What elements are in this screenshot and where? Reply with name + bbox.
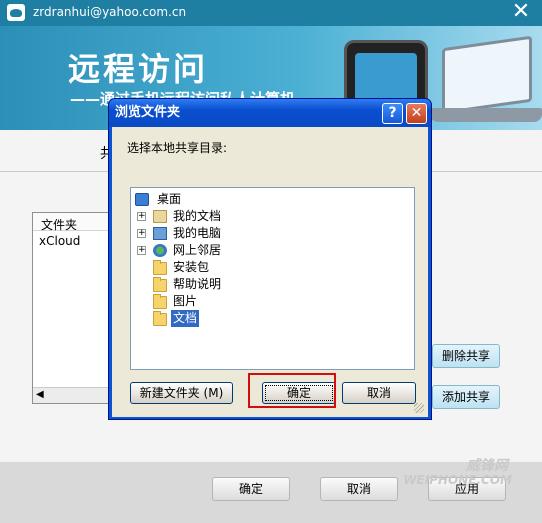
tree-node-label[interactable]: 安装包 — [171, 259, 211, 276]
resize-grip-icon[interactable] — [414, 403, 424, 413]
tree-node-desktop[interactable]: 桌面 — [135, 191, 405, 208]
tree-node-folder[interactable]: 安装包 — [153, 259, 403, 276]
browse-folder-dialog: 浏览文件夹 ? ✕ 选择本地共享目录: 桌面 + 我的文档 + 我的电脑 + 网… — [108, 98, 432, 420]
tree-node-folder[interactable]: 帮助说明 — [153, 276, 403, 293]
new-folder-button[interactable]: 新建文件夹 (M) — [130, 382, 233, 404]
tree-node-folder[interactable]: 图片 — [153, 293, 403, 310]
ok-button[interactable]: 确定 — [212, 477, 290, 501]
folder-column-header[interactable]: 文件夹 — [33, 213, 111, 232]
dialog-title: 浏览文件夹 — [115, 105, 181, 120]
app-logo-icon — [7, 4, 25, 21]
tree-node-label[interactable]: 我的文档 — [171, 208, 223, 225]
watermark-en: WEIPHONE.COM — [403, 473, 512, 487]
tree-node-my-documents[interactable]: + 我的文档 — [137, 208, 407, 225]
help-button[interactable]: ? — [382, 103, 403, 124]
tree-node-folder-selected[interactable]: 文档 — [153, 310, 403, 327]
tree-node-label[interactable]: 我的电脑 — [171, 225, 223, 242]
tree-node-label[interactable]: 桌面 — [155, 191, 183, 208]
dialog-prompt: 选择本地共享目录: — [127, 141, 228, 155]
scroll-left-icon[interactable]: ◀ — [36, 389, 44, 400]
expand-icon[interactable]: + — [137, 246, 146, 255]
folder-icon — [153, 277, 167, 292]
shared-folder-list[interactable]: 文件夹 xCloud ◀ — [32, 212, 112, 404]
my-documents-icon — [153, 210, 167, 223]
folder-icon — [153, 294, 167, 309]
banner-title: 远程访问 — [68, 50, 209, 88]
laptop-illustration — [442, 35, 532, 115]
tree-node-label[interactable]: 帮助说明 — [171, 276, 223, 293]
tree-node-label[interactable]: 图片 — [171, 293, 199, 310]
tree-node-network[interactable]: + 网上邻居 — [137, 242, 407, 259]
desktop-icon — [135, 193, 149, 206]
folder-icon — [153, 260, 167, 275]
my-computer-icon — [153, 227, 167, 240]
expand-icon[interactable]: + — [137, 212, 146, 221]
tree-node-label[interactable]: 网上邻居 — [171, 242, 223, 259]
tree-node-label[interactable]: 文档 — [171, 310, 200, 327]
dialog-cancel-button[interactable]: 取消 — [342, 382, 416, 404]
window-close-button[interactable]: ✕ — [510, 0, 532, 26]
highlight-annotation — [248, 373, 336, 408]
dialog-close-button[interactable]: ✕ — [406, 103, 427, 124]
tree-node-my-computer[interactable]: + 我的电脑 — [137, 225, 407, 242]
horizontal-scrollbar[interactable]: ◀ — [33, 387, 111, 403]
delete-share-button[interactable]: 删除共享 — [432, 344, 500, 368]
folder-open-icon — [153, 311, 167, 326]
add-share-button[interactable]: 添加共享 — [432, 385, 500, 409]
expand-icon[interactable]: + — [137, 229, 146, 238]
account-email: zrdranhui@yahoo.com.cn — [33, 5, 187, 19]
watermark-cn: 威锋网 — [466, 458, 508, 474]
cancel-button[interactable]: 取消 — [320, 477, 398, 501]
network-icon — [153, 244, 167, 257]
laptop-base-illustration — [430, 108, 542, 122]
window-titlebar: zrdranhui@yahoo.com.cn ✕ — [0, 0, 542, 26]
folder-tree[interactable]: 桌面 + 我的文档 + 我的电脑 + 网上邻居 安装包 帮助说明 图片 文档 — [130, 187, 415, 370]
dialog-titlebar: 浏览文件夹 ? ✕ — [109, 99, 431, 127]
list-item[interactable]: xCloud — [33, 231, 111, 248]
